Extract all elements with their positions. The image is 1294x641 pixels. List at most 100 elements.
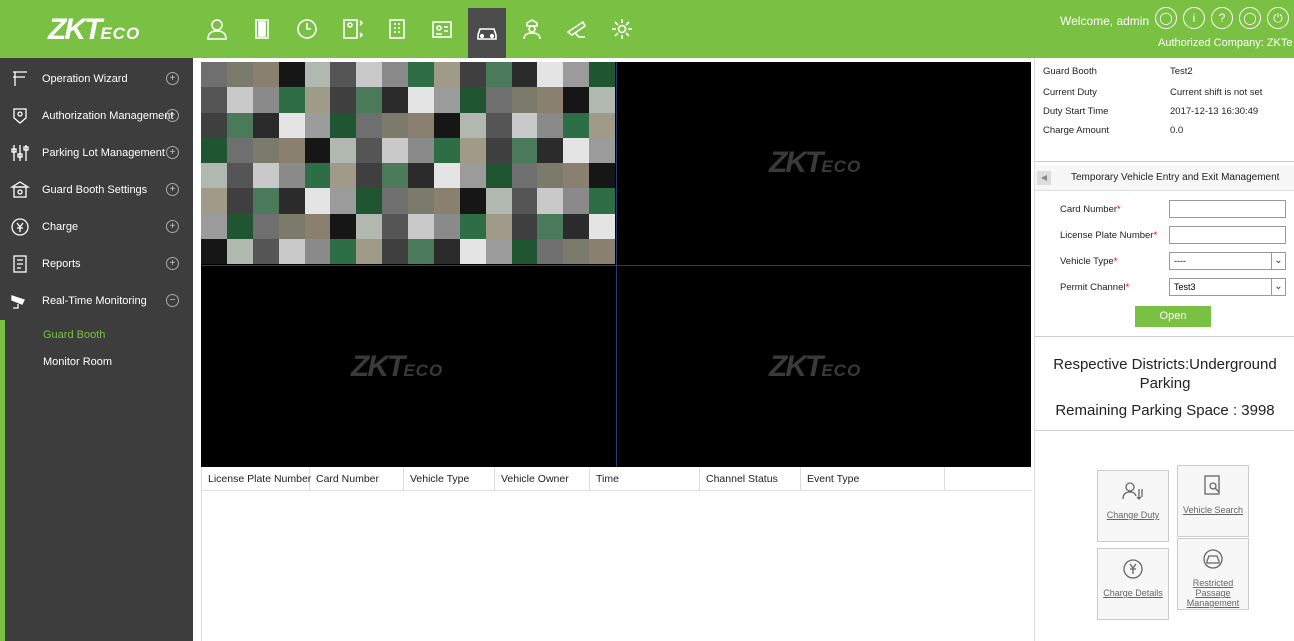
column-header[interactable]: Card Number <box>310 467 404 491</box>
sidebar-item-reports[interactable]: Reports + <box>0 245 193 282</box>
vehicle-type-select[interactable]: ---- ⌄ <box>1169 252 1286 270</box>
action-label: Restricted Passage Management <box>1186 578 1240 608</box>
column-header[interactable]: Channel Status <box>700 467 801 491</box>
sidebar-item-label: Real-Time Monitoring <box>42 294 147 307</box>
remaining-parking-space: Remaining Parking Space : 3998 <box>1055 402 1275 419</box>
column-header[interactable]: Event Type <box>801 467 945 491</box>
expand-icon[interactable]: + <box>166 257 179 270</box>
clock-icon[interactable] <box>288 8 326 50</box>
expand-icon[interactable]: + <box>166 72 179 85</box>
submenu-monitor-room[interactable]: Monitor Room <box>43 356 112 368</box>
entry-exit-title: ◀ Temporary Vehicle Entry and Exit Manag… <box>1035 165 1294 191</box>
selected-value: Test3 <box>1174 282 1196 292</box>
sidebar-item-operation-wizard[interactable]: Operation Wizard + <box>0 60 193 97</box>
camera-pixel <box>589 112 615 138</box>
settings-icon[interactable] <box>603 8 641 50</box>
info-value: 2017-12-13 16:30:49 <box>1170 106 1259 117</box>
camera-pixel <box>511 238 538 264</box>
user-profile-icon[interactable]: ◯ <box>1155 7 1177 29</box>
door-icon[interactable] <box>243 8 281 50</box>
chevron-down-icon[interactable]: ⌄ <box>1271 253 1285 269</box>
camera-pixel <box>330 62 357 88</box>
expand-icon[interactable]: + <box>166 109 179 122</box>
camera-pixel <box>330 87 357 113</box>
expand-icon[interactable]: + <box>166 183 179 196</box>
sidebar-item-real-time-monitoring[interactable]: Real-Time Monitoring − <box>0 282 193 319</box>
camera-pixel <box>459 238 486 264</box>
info-label: Charge Amount <box>1043 125 1110 136</box>
patrol-icon[interactable] <box>558 8 596 50</box>
visitor-icon[interactable] <box>423 8 461 50</box>
camera-pixel <box>485 163 512 189</box>
camera-pixel <box>563 188 590 214</box>
column-header[interactable]: Vehicle Type <box>404 467 495 491</box>
district-name: Respective Districts:Underground <box>1053 356 1277 373</box>
card-number-input[interactable] <box>1169 200 1286 218</box>
required-mark: * <box>1125 282 1130 293</box>
camera-pixel <box>537 213 564 239</box>
elevator-icon[interactable] <box>333 8 371 50</box>
collapse-icon[interactable]: − <box>166 294 179 307</box>
sidebar-item-authorization-management[interactable]: Authorization Management + <box>0 97 193 134</box>
camera-pixel <box>201 213 227 239</box>
camera-pixel <box>459 87 486 113</box>
camera-pixel <box>485 62 512 88</box>
sidebar-item-parking-lot-management[interactable]: Parking Lot Management + <box>0 134 193 171</box>
camera-pixel <box>304 112 331 138</box>
permit-channel-select[interactable]: Test3 ⌄ <box>1169 278 1286 296</box>
info-label: Guard Booth <box>1043 66 1097 77</box>
required-mark: * <box>1117 204 1121 215</box>
personnel-icon[interactable] <box>198 8 236 50</box>
change-duty-button[interactable]: Change Duty <box>1097 470 1169 542</box>
camera-pixel <box>278 238 305 264</box>
camera-feed-1[interactable] <box>201 62 615 264</box>
camera-pixel <box>226 137 253 163</box>
camera-pixel <box>278 137 305 163</box>
expand-icon[interactable]: + <box>166 220 179 233</box>
sidebar-item-charge[interactable]: Charge + <box>0 208 193 245</box>
charge-details-button[interactable]: Charge Details <box>1097 548 1169 620</box>
camera-pixel <box>459 213 486 239</box>
camera-pixel <box>356 238 383 264</box>
vehicle-search-button[interactable]: Vehicle Search <box>1177 465 1249 537</box>
column-header[interactable]: License Plate Number <box>202 467 311 491</box>
expand-icon[interactable]: + <box>166 146 179 159</box>
restricted-passage-button[interactable]: Restricted Passage Management <box>1177 538 1249 610</box>
sidebar-item-label: Charge <box>42 220 79 233</box>
building-icon[interactable] <box>378 8 416 50</box>
header-actions: ◯ i ? ◯ ⏻ <box>1155 7 1294 29</box>
camera-pixel <box>511 163 538 189</box>
required-mark: * <box>1153 230 1158 241</box>
chevron-down-icon[interactable]: ⌄ <box>1271 279 1285 295</box>
column-header[interactable]: Time <box>590 467 700 491</box>
info-icon[interactable]: i <box>1183 7 1205 29</box>
camera-pixel <box>252 137 279 163</box>
records-table: License Plate Number Card Number Vehicle… <box>201 467 1032 641</box>
collapse-left-icon[interactable]: ◀ <box>1037 171 1051 185</box>
submenu-guard-booth[interactable]: Guard Booth <box>43 329 105 341</box>
camera-pixel <box>433 238 460 264</box>
sidebar-item-guard-booth-settings[interactable]: Guard Booth Settings + <box>0 171 193 208</box>
card-number-label: Card Number* <box>1060 204 1121 215</box>
top-bar: ZKTECO Welcome, admin ◯ i ? ◯ ⏻ Authoriz… <box>0 0 1294 58</box>
car-icon[interactable] <box>468 8 506 58</box>
camera-pixel <box>485 213 512 239</box>
label-text: License Plate Number <box>1060 230 1154 241</box>
camera-pixel <box>356 163 383 189</box>
column-header[interactable]: Vehicle Owner <box>495 467 590 491</box>
account-icon[interactable]: ◯ <box>1239 7 1261 29</box>
guard-icon[interactable] <box>513 8 551 50</box>
power-icon[interactable]: ⏻ <box>1267 7 1289 29</box>
info-value: Test2 <box>1170 66 1193 77</box>
camera-pixel <box>537 238 564 264</box>
license-plate-input[interactable] <box>1169 226 1286 244</box>
help-icon[interactable]: ? <box>1211 7 1233 29</box>
open-button[interactable]: Open <box>1135 306 1211 327</box>
camera-pixel <box>201 163 227 189</box>
camera-pixel <box>226 87 253 113</box>
camera-pixel <box>330 137 357 163</box>
camera-pixel <box>563 163 590 189</box>
camera-pixel <box>563 87 590 113</box>
info-value: Current shift is not set <box>1170 87 1263 98</box>
camera-pixel <box>563 112 590 138</box>
